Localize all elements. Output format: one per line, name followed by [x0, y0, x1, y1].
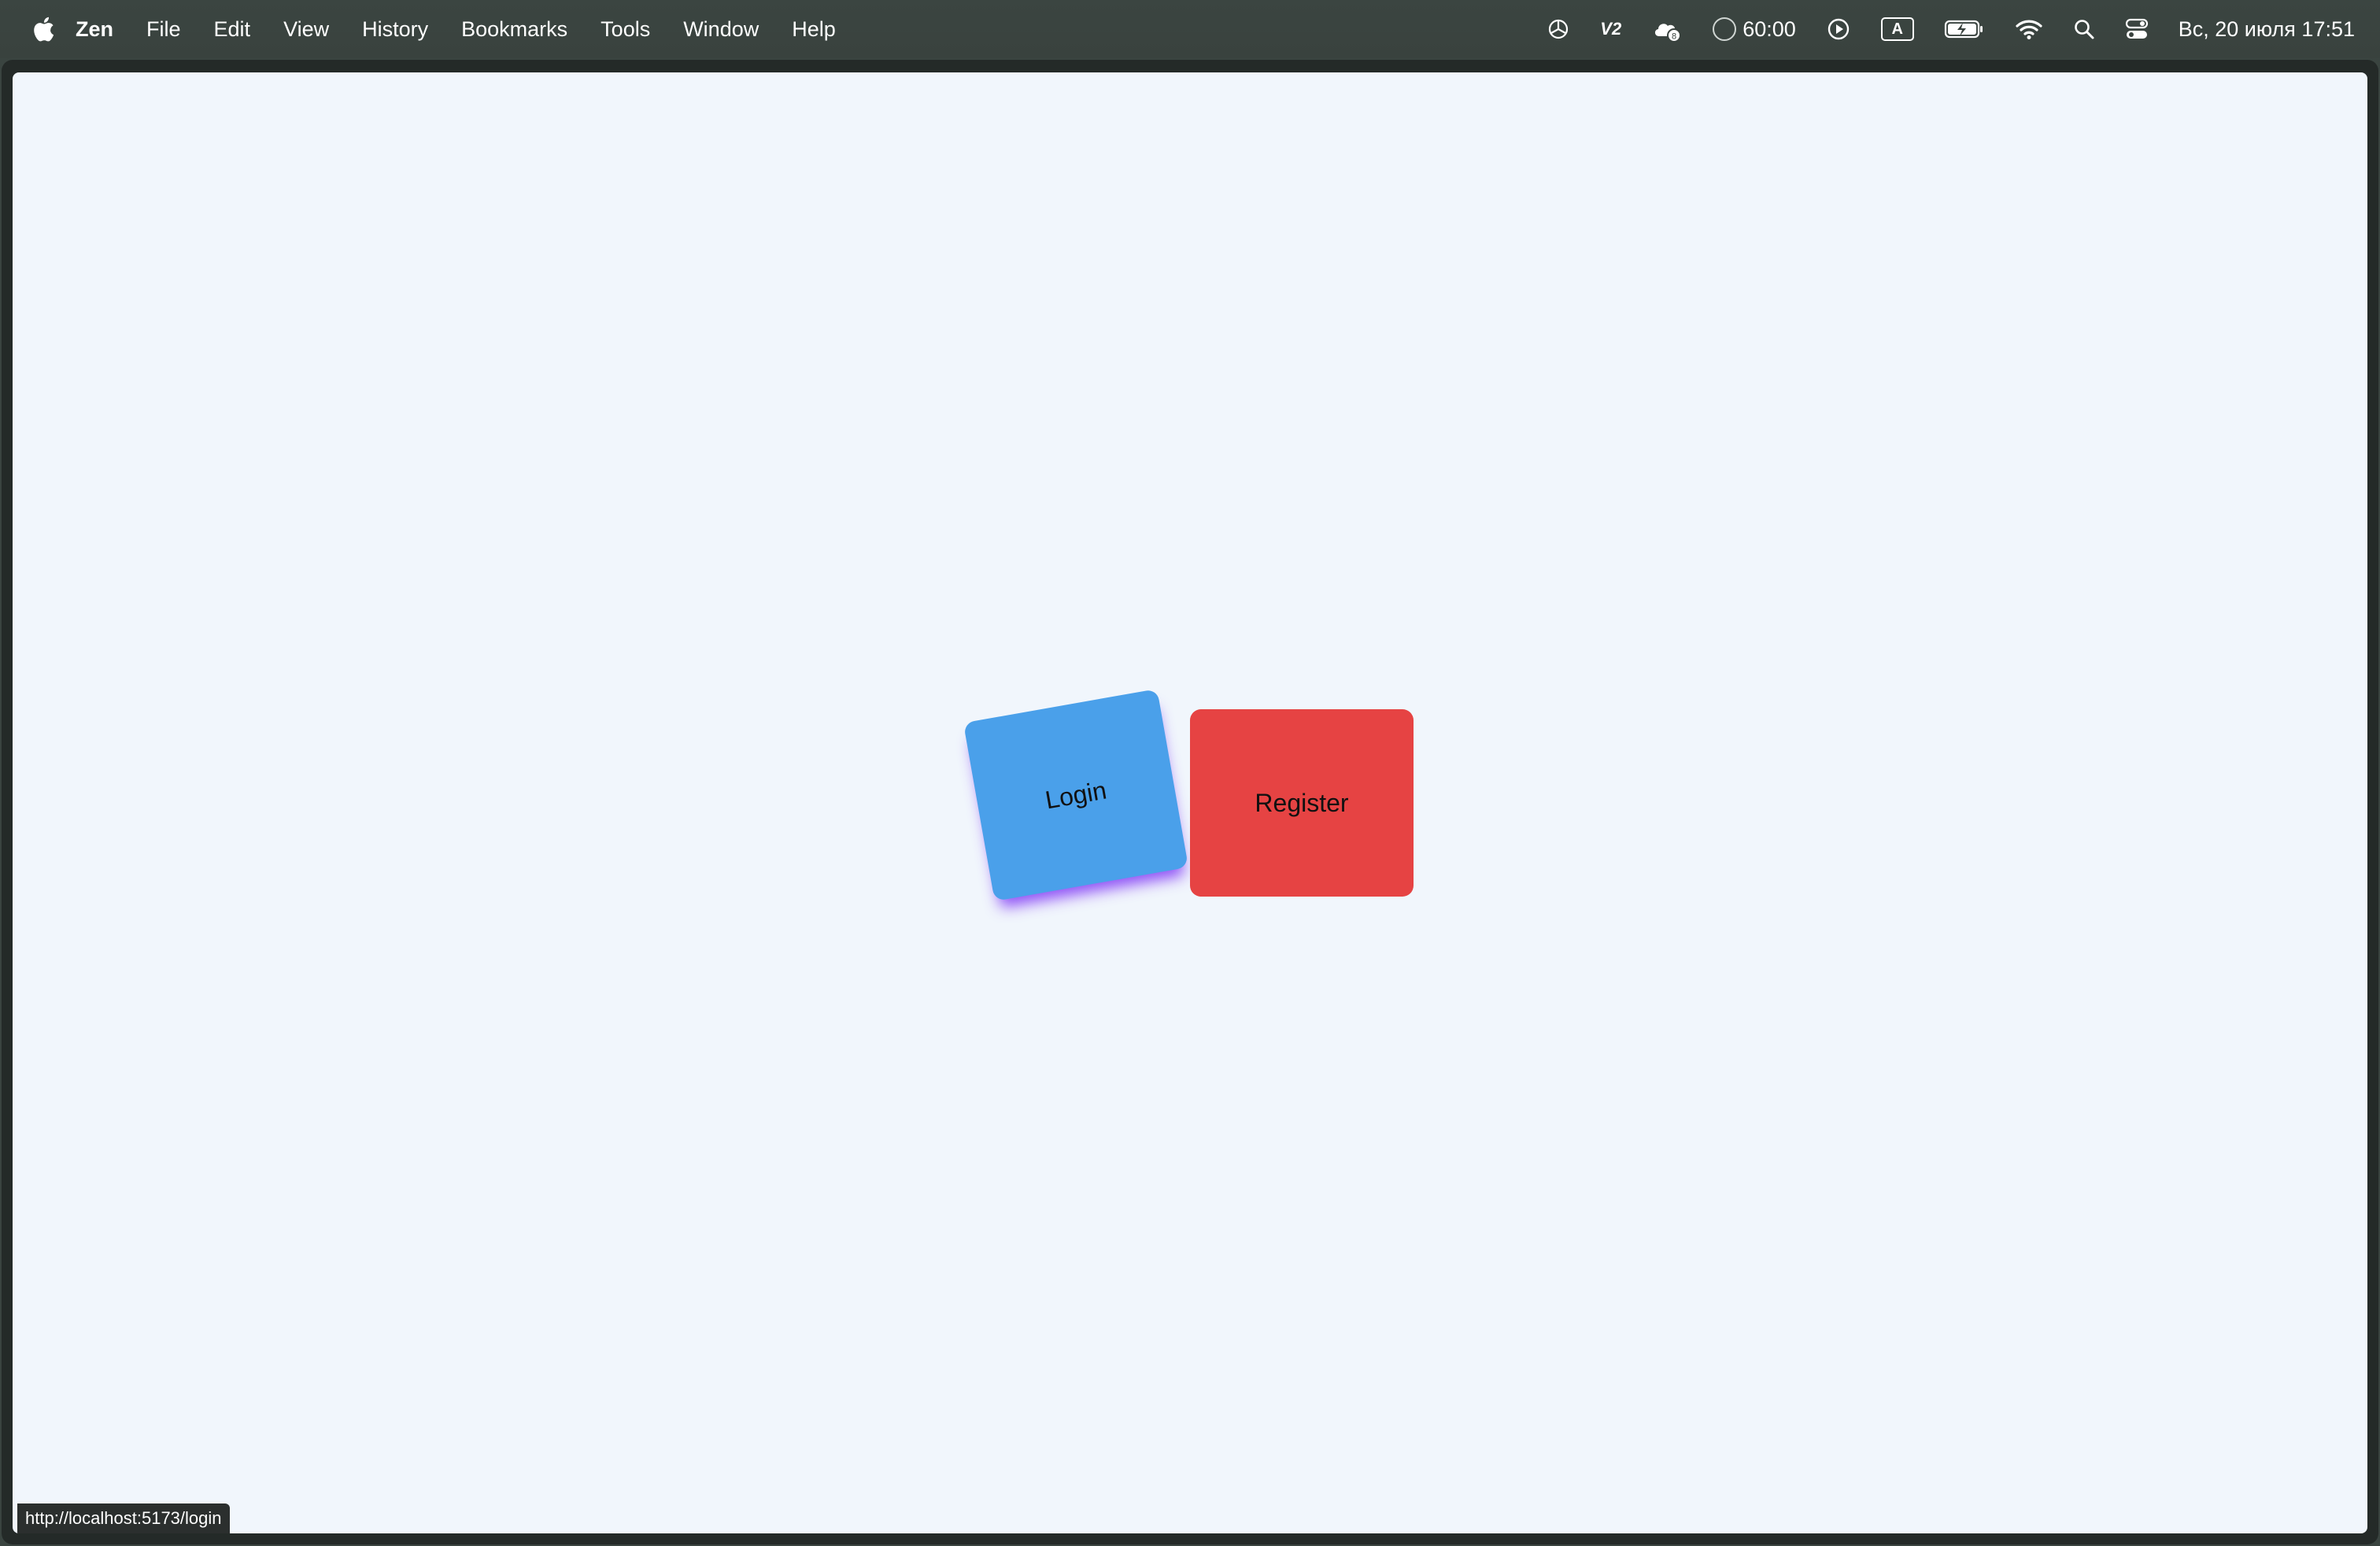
- status-bar-url: http://localhost:5173/login: [17, 1503, 230, 1533]
- menu-window[interactable]: Window: [683, 17, 759, 42]
- menu-bar-tray: V2 8 60:00 A Вс, 20 июля 17:51: [1517, 0, 2355, 58]
- login-button[interactable]: Login: [963, 689, 1189, 901]
- menu-history[interactable]: History: [362, 17, 428, 42]
- input-source-indicator[interactable]: A: [1880, 17, 1914, 41]
- timer-widget[interactable]: 60:00: [1713, 17, 1796, 42]
- timer-circle-icon: [1713, 17, 1737, 41]
- menu-bar: Zen File Edit View History Bookmarks Too…: [0, 0, 2380, 58]
- apple-logo-icon[interactable]: [31, 15, 55, 43]
- menu-app-name[interactable]: Zen: [76, 17, 113, 42]
- control-center-icon[interactable]: [2125, 17, 2149, 41]
- menu-view[interactable]: View: [283, 17, 329, 42]
- register-button[interactable]: Register: [1190, 709, 1414, 897]
- timer-value: 60:00: [1743, 17, 1796, 41]
- menu-help[interactable]: Help: [792, 17, 836, 42]
- play-icon[interactable]: [1826, 17, 1851, 42]
- menu-bar-left: Zen File Edit View History Bookmarks Too…: [0, 0, 869, 58]
- menu-edit[interactable]: Edit: [214, 17, 251, 42]
- battery-icon[interactable]: [1944, 18, 1985, 40]
- search-icon[interactable]: [2073, 18, 2095, 40]
- menu-bookmarks[interactable]: Bookmarks: [461, 17, 567, 42]
- v2-label[interactable]: V2: [1600, 19, 1621, 39]
- menu-tools[interactable]: Tools: [601, 17, 650, 42]
- cloud-badge-icon[interactable]: 8: [1651, 16, 1683, 43]
- page-viewport: Login Register http://localhost:5173/log…: [13, 72, 2367, 1533]
- openai-icon[interactable]: [1547, 17, 1570, 41]
- menu-bar-clock[interactable]: Вс, 20 июля 17:51: [2179, 17, 2355, 42]
- cloud-badge-count: 8: [1672, 32, 1676, 42]
- input-source-label: A: [1880, 17, 1914, 41]
- wifi-icon[interactable]: [2015, 18, 2043, 40]
- menu-file[interactable]: File: [146, 17, 181, 42]
